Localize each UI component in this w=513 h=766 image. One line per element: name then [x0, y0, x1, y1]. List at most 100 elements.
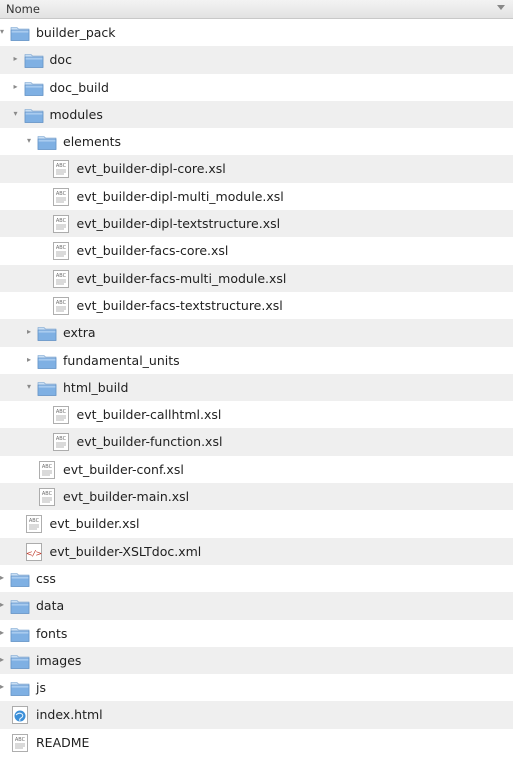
item-name: css: [36, 570, 56, 586]
html-document-icon: [10, 705, 30, 725]
text-document-icon: ABC: [51, 432, 71, 452]
svg-text:</>: </>: [25, 549, 41, 558]
folder-icon: [10, 596, 30, 616]
folder-row[interactable]: ▸ data: [0, 592, 513, 620]
folder-icon: [37, 132, 57, 152]
folder-row[interactable]: ▾ modules: [0, 100, 513, 129]
item-name: evt_builder-conf.xsl: [63, 461, 184, 477]
folder-row[interactable]: ▸ css: [0, 565, 513, 592]
item-name: evt_builder-dipl-multi_module.xsl: [76, 188, 284, 204]
folder-icon: [37, 378, 57, 398]
expander-closed-icon[interactable]: ▸: [25, 355, 33, 364]
expander-closed-icon[interactable]: ▸: [0, 628, 6, 637]
expander-open-icon[interactable]: ▾: [25, 137, 33, 145]
expander-closed-icon[interactable]: ▸: [12, 55, 20, 63]
expander-open-icon[interactable]: ▾: [12, 109, 20, 118]
expander-closed-icon[interactable]: ▸: [0, 573, 6, 582]
expander-closed-icon[interactable]: ▸: [12, 82, 20, 91]
column-header-label: Nome: [6, 2, 40, 16]
text-document-icon: ABC: [51, 241, 71, 261]
svg-text:ABC: ABC: [55, 409, 66, 415]
file-row[interactable]: ABC evt_builder-facs-core.xsl: [0, 237, 513, 264]
expander-closed-icon[interactable]: ▸: [0, 601, 6, 609]
expander-closed-icon[interactable]: ▸: [0, 655, 6, 664]
folder-row[interactable]: ▾ builder_pack: [0, 19, 513, 46]
file-row[interactable]: ABC README: [0, 729, 513, 756]
folder-icon: [24, 78, 44, 98]
item-name: html_build: [63, 379, 129, 395]
file-row[interactable]: ABC evt_builder-facs-textstructure.xsl: [0, 292, 513, 319]
item-name: builder_pack: [36, 25, 116, 40]
text-document-icon: ABC: [10, 733, 30, 753]
folder-row[interactable]: ▸ extra: [0, 319, 513, 347]
folder-icon: [24, 105, 44, 125]
folder-icon: [37, 323, 57, 343]
file-row[interactable]: ABC evt_builder-conf.xsl: [0, 456, 513, 483]
folder-icon: [24, 50, 44, 70]
text-document-icon: ABC: [51, 296, 71, 316]
item-name: doc_build: [49, 79, 109, 95]
folder-icon: [10, 569, 30, 589]
folder-row[interactable]: ▸ doc: [0, 46, 513, 74]
text-document-icon: ABC: [51, 214, 71, 234]
folder-row[interactable]: ▸ js: [0, 674, 513, 701]
sort-arrow-icon[interactable]: [497, 5, 505, 10]
folder-icon: [10, 624, 30, 644]
file-row[interactable]: ABC evt_builder-dipl-textstructure.xsl: [0, 210, 513, 238]
folder-row[interactable]: ▸ images: [0, 646, 513, 675]
item-name: extra: [63, 325, 96, 341]
expander-closed-icon[interactable]: ▸: [0, 683, 6, 691]
folder-row[interactable]: ▾ elements: [0, 128, 513, 155]
item-name: evt_builder-XSLTdoc.xml: [49, 543, 202, 559]
item-name: README: [36, 734, 90, 750]
svg-text:ABC: ABC: [55, 273, 66, 279]
file-row[interactable]: ABC evt_builder-function.xsl: [0, 428, 513, 456]
folder-icon: [37, 351, 57, 371]
folder-row[interactable]: ▸ doc_build: [0, 74, 513, 101]
text-document-icon: ABC: [51, 159, 71, 179]
svg-text:ABC: ABC: [55, 436, 66, 442]
folder-row[interactable]: ▾ html_build: [0, 373, 513, 402]
file-row[interactable]: ABC evt_builder-dipl-core.xsl: [0, 155, 513, 183]
folder-row[interactable]: ▸ fonts: [0, 620, 513, 647]
item-name: fonts: [36, 625, 68, 641]
expander-open-icon[interactable]: ▾: [0, 28, 6, 36]
text-document-icon: ABC: [24, 514, 44, 534]
file-row[interactable]: ABC evt_builder-callhtml.xsl: [0, 401, 513, 428]
folder-icon: [10, 23, 30, 43]
item-name: index.html: [36, 707, 103, 723]
text-document-icon: ABC: [51, 187, 71, 207]
file-row[interactable]: index.html: [0, 701, 513, 729]
folder-row[interactable]: ▸ fundamental_units: [0, 347, 513, 374]
file-tree: ▾ builder_pack ▸ doc ▸ doc_build ▾ modules ▾ elem…: [0, 19, 513, 756]
item-name: evt_builder-facs-core.xsl: [76, 243, 229, 259]
item-name: fundamental_units: [63, 352, 180, 368]
text-document-icon: ABC: [37, 487, 57, 507]
item-name: modules: [49, 106, 103, 122]
folder-icon: [10, 651, 30, 671]
xml-document-icon: </>: [24, 542, 44, 562]
file-row[interactable]: </> evt_builder-XSLTdoc.xml: [0, 537, 513, 565]
item-name: doc: [49, 52, 72, 68]
file-row[interactable]: ABC evt_builder-dipl-multi_module.xsl: [0, 183, 513, 210]
svg-text:ABC: ABC: [28, 518, 39, 524]
item-name: evt_builder-facs-multi_module.xsl: [76, 270, 287, 286]
expander-closed-icon[interactable]: ▸: [25, 328, 33, 336]
item-name: evt_builder.xsl: [49, 516, 140, 532]
folder-icon: [10, 678, 30, 698]
file-row[interactable]: ABC evt_builder-facs-multi_module.xsl: [0, 264, 513, 292]
item-name: data: [36, 598, 65, 614]
svg-text:ABC: ABC: [42, 491, 53, 497]
item-name: evt_builder-function.xsl: [76, 434, 223, 450]
file-row[interactable]: ABC evt_builder.xsl: [0, 510, 513, 537]
expander-open-icon[interactable]: ▾: [25, 382, 33, 391]
text-document-icon: ABC: [51, 269, 71, 289]
item-name: evt_builder-dipl-core.xsl: [76, 161, 226, 177]
item-name: js: [36, 680, 46, 696]
file-row[interactable]: ABC evt_builder-main.xsl: [0, 483, 513, 511]
svg-text:ABC: ABC: [55, 163, 66, 169]
column-header-nome[interactable]: Nome: [0, 0, 513, 19]
item-name: evt_builder-callhtml.xsl: [76, 407, 222, 423]
item-name: evt_builder-dipl-textstructure.xsl: [76, 216, 281, 232]
svg-text:ABC: ABC: [55, 218, 66, 224]
